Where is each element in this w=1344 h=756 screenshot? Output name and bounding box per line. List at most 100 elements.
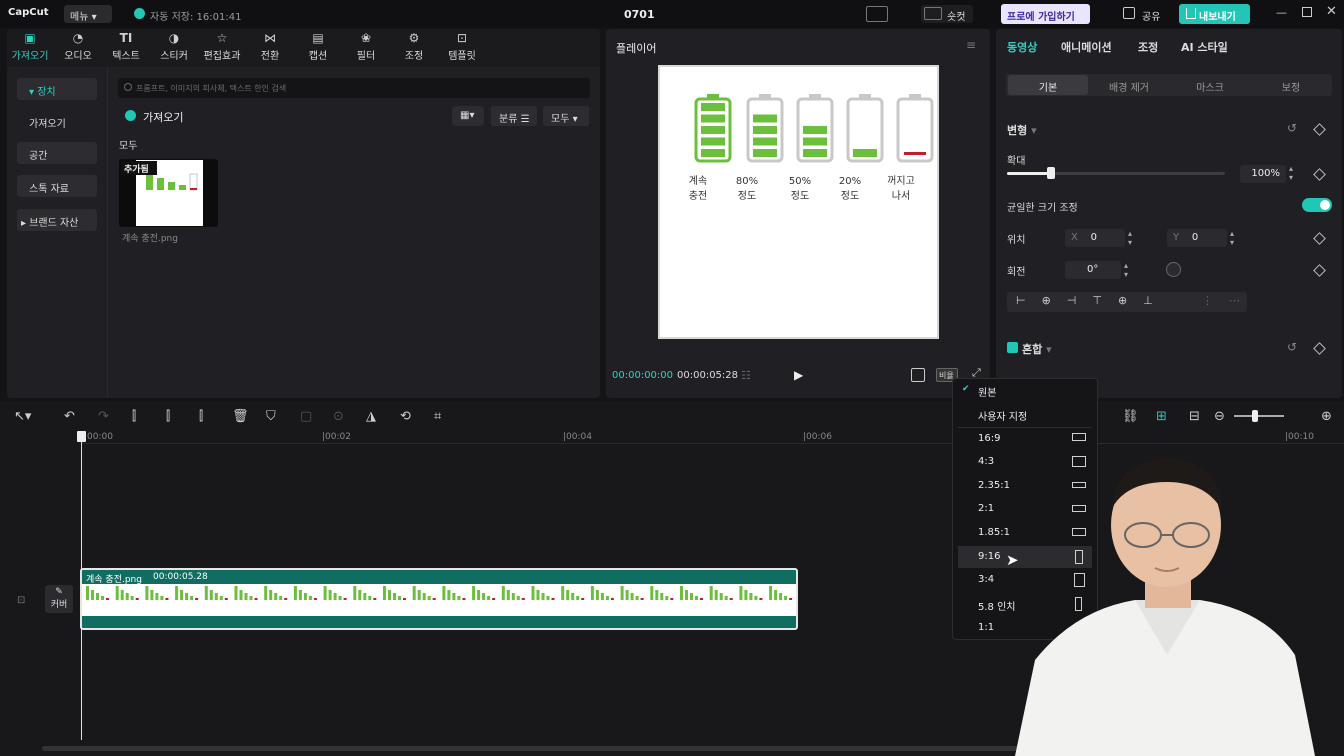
- tab-adjust-props[interactable]: 조정: [1138, 39, 1158, 55]
- aspect-option-original[interactable]: 원본: [958, 379, 1092, 401]
- zoom-slider[interactable]: [1234, 415, 1284, 417]
- sidebar-item-import[interactable]: 가져오기: [17, 110, 97, 132]
- tab-text[interactable]: TI 텍스트: [102, 31, 150, 65]
- sub-tab-basic[interactable]: 기본: [1008, 75, 1088, 95]
- filmstrip-frame-mark: [308, 596, 312, 600]
- play-icon[interactable]: ▶: [794, 368, 803, 382]
- position-x-input[interactable]: X 0: [1065, 229, 1125, 247]
- playhead-handle[interactable]: [77, 431, 86, 442]
- rotate-dial[interactable]: [1166, 262, 1181, 277]
- filmstrip-frame-mark: [779, 593, 783, 600]
- filmstrip-frame-mark: [96, 593, 99, 600]
- rotate-icon[interactable]: ⟲: [400, 409, 411, 424]
- crop-icon[interactable]: ⌗: [434, 409, 441, 424]
- preview-axis-icon[interactable]: ⊟: [1189, 409, 1200, 424]
- tab-label: 캡션: [308, 51, 328, 62]
- filmstrip-frame-mark: [650, 586, 654, 600]
- screenshot-icon[interactable]: [911, 368, 925, 382]
- blend-section[interactable]: 혼합 ▾: [1022, 341, 1052, 357]
- cover-label: 커버: [50, 600, 68, 610]
- tab-effects[interactable]: ☆ 편집효과: [198, 31, 246, 65]
- filmstrip-frame-mark: [784, 596, 788, 600]
- player-menu-icon[interactable]: ≡: [966, 38, 976, 52]
- caption-icon: ▤: [312, 31, 324, 45]
- distribute-icons[interactable]: ⋮⋯: [1202, 294, 1256, 307]
- split-left-icon[interactable]: ⫿: [166, 409, 170, 424]
- freeze-icon[interactable]: ▢: [300, 409, 312, 424]
- tab-label: 오디오: [64, 51, 92, 62]
- tab-filter[interactable]: ❀ 필터: [342, 31, 390, 65]
- transform-section[interactable]: 변형 ▾: [1007, 122, 1037, 138]
- menu-button[interactable]: 메뉴 ▾: [64, 5, 112, 23]
- sub-tab-bg-remove[interactable]: 배경 제거: [1089, 75, 1169, 95]
- zoom-in-icon[interactable]: ⊕: [1321, 409, 1332, 424]
- layout-icon[interactable]: [866, 6, 888, 22]
- rotate-stepper[interactable]: ▴ ▾: [1124, 261, 1128, 279]
- filmstrip-frame-mark: [388, 590, 391, 600]
- snap-icon[interactable]: ⊞: [1156, 409, 1167, 424]
- link-icon[interactable]: ⛓: [1122, 409, 1139, 424]
- timeline-scrollbar[interactable]: [42, 746, 1042, 751]
- sub-tab-correction[interactable]: 보정: [1251, 75, 1331, 95]
- tab-sticker[interactable]: ◑ 스티커: [150, 31, 198, 65]
- filmstrip-frame-mark: [353, 586, 357, 600]
- rotate-input[interactable]: 0°: [1065, 261, 1121, 279]
- filmstrip-frame-mark: [774, 590, 778, 600]
- project-title[interactable]: 0701: [624, 8, 655, 21]
- redo-icon[interactable]: ↷: [98, 409, 109, 424]
- view-toggle-button[interactable]: ▦▾: [452, 106, 484, 126]
- sidebar-item-device[interactable]: ▾ 장치: [17, 78, 97, 100]
- sidebar-item-space[interactable]: 공간: [17, 142, 97, 164]
- filmstrip-frame-mark: [224, 598, 228, 600]
- cover-button[interactable]: ✎ 커버: [45, 585, 73, 613]
- sort-button[interactable]: 분류 ☰: [491, 106, 537, 126]
- sticker-icon: ◑: [168, 31, 180, 45]
- position-x-stepper[interactable]: ▴ ▾: [1128, 229, 1132, 247]
- delete-icon[interactable]: 🗑: [232, 409, 249, 424]
- position-y-stepper[interactable]: ▴ ▾: [1230, 229, 1234, 247]
- tab-caption[interactable]: ▤ 캡션: [294, 31, 342, 65]
- tab-video[interactable]: 동영상: [1007, 39, 1037, 55]
- import-button[interactable]: 가져오기: [143, 109, 183, 125]
- marker-icon[interactable]: ⛉: [266, 409, 276, 424]
- aspect-option-custom[interactable]: 사용자 지정: [958, 403, 1092, 425]
- filter-all-button[interactable]: 모두 ▾: [543, 106, 589, 126]
- media-search-input[interactable]: 프롬프트, 이미지의 피사체, 텍스트 한인 검색: [118, 78, 590, 98]
- sidebar-item-brand[interactable]: ▸ 브랜드 자산: [17, 209, 97, 231]
- tab-adjust[interactable]: ⚙ 조정: [390, 31, 438, 65]
- undo-icon[interactable]: ↶: [64, 409, 75, 424]
- pro-subscribe-button[interactable]: 프로에 가입하기: [1001, 4, 1090, 24]
- maximize-icon[interactable]: [1302, 7, 1312, 17]
- sub-tab-mask[interactable]: 마스크: [1170, 75, 1250, 95]
- reverse-icon[interactable]: ⊙: [333, 409, 344, 424]
- scale-slider-fill: [1007, 172, 1051, 175]
- close-icon[interactable]: ✕: [1326, 4, 1337, 19]
- reset-icon[interactable]: ↺: [1287, 121, 1297, 135]
- zoom-out-icon[interactable]: ⊖: [1214, 409, 1225, 424]
- tab-audio[interactable]: ◔ 오디오: [54, 31, 102, 65]
- minimize-icon[interactable]: —: [1276, 6, 1287, 19]
- scale-value-input[interactable]: 100%: [1240, 165, 1286, 183]
- uniform-scale-toggle[interactable]: [1302, 198, 1332, 212]
- tab-ai-style[interactable]: AI 스타일: [1181, 39, 1228, 55]
- scale-stepper[interactable]: ▴ ▾: [1289, 164, 1293, 182]
- zoom-slider-handle[interactable]: [1252, 410, 1258, 422]
- reset-icon[interactable]: ↺: [1287, 340, 1297, 354]
- mirror-icon[interactable]: ◮: [366, 409, 376, 424]
- select-tool-icon[interactable]: ↖▾: [14, 409, 31, 424]
- tab-template[interactable]: ⊡ 템플릿: [438, 31, 486, 65]
- split-icon[interactable]: ⫿: [132, 409, 136, 424]
- tab-animation[interactable]: 애니메이션: [1061, 39, 1112, 55]
- filmstrip-frame-mark: [115, 586, 119, 600]
- position-y-input[interactable]: Y 0: [1167, 229, 1227, 247]
- sidebar-item-stock[interactable]: 스톡 자료: [17, 175, 97, 197]
- blend-checkbox[interactable]: [1007, 342, 1018, 353]
- tab-transition[interactable]: ⋈ 전환: [246, 31, 294, 65]
- align-icons[interactable]: ⊢⊕⊣⊤⊕⊥: [1016, 294, 1169, 307]
- scale-slider-handle[interactable]: [1046, 167, 1055, 179]
- split-right-icon[interactable]: ⫿: [199, 409, 203, 424]
- filmstrip-frame-mark: [209, 590, 213, 600]
- timeline-grid-icon[interactable]: ☷: [741, 369, 751, 382]
- tab-import[interactable]: ▣ 가져오기: [6, 31, 54, 65]
- filmstrip-frame-mark: [368, 596, 372, 600]
